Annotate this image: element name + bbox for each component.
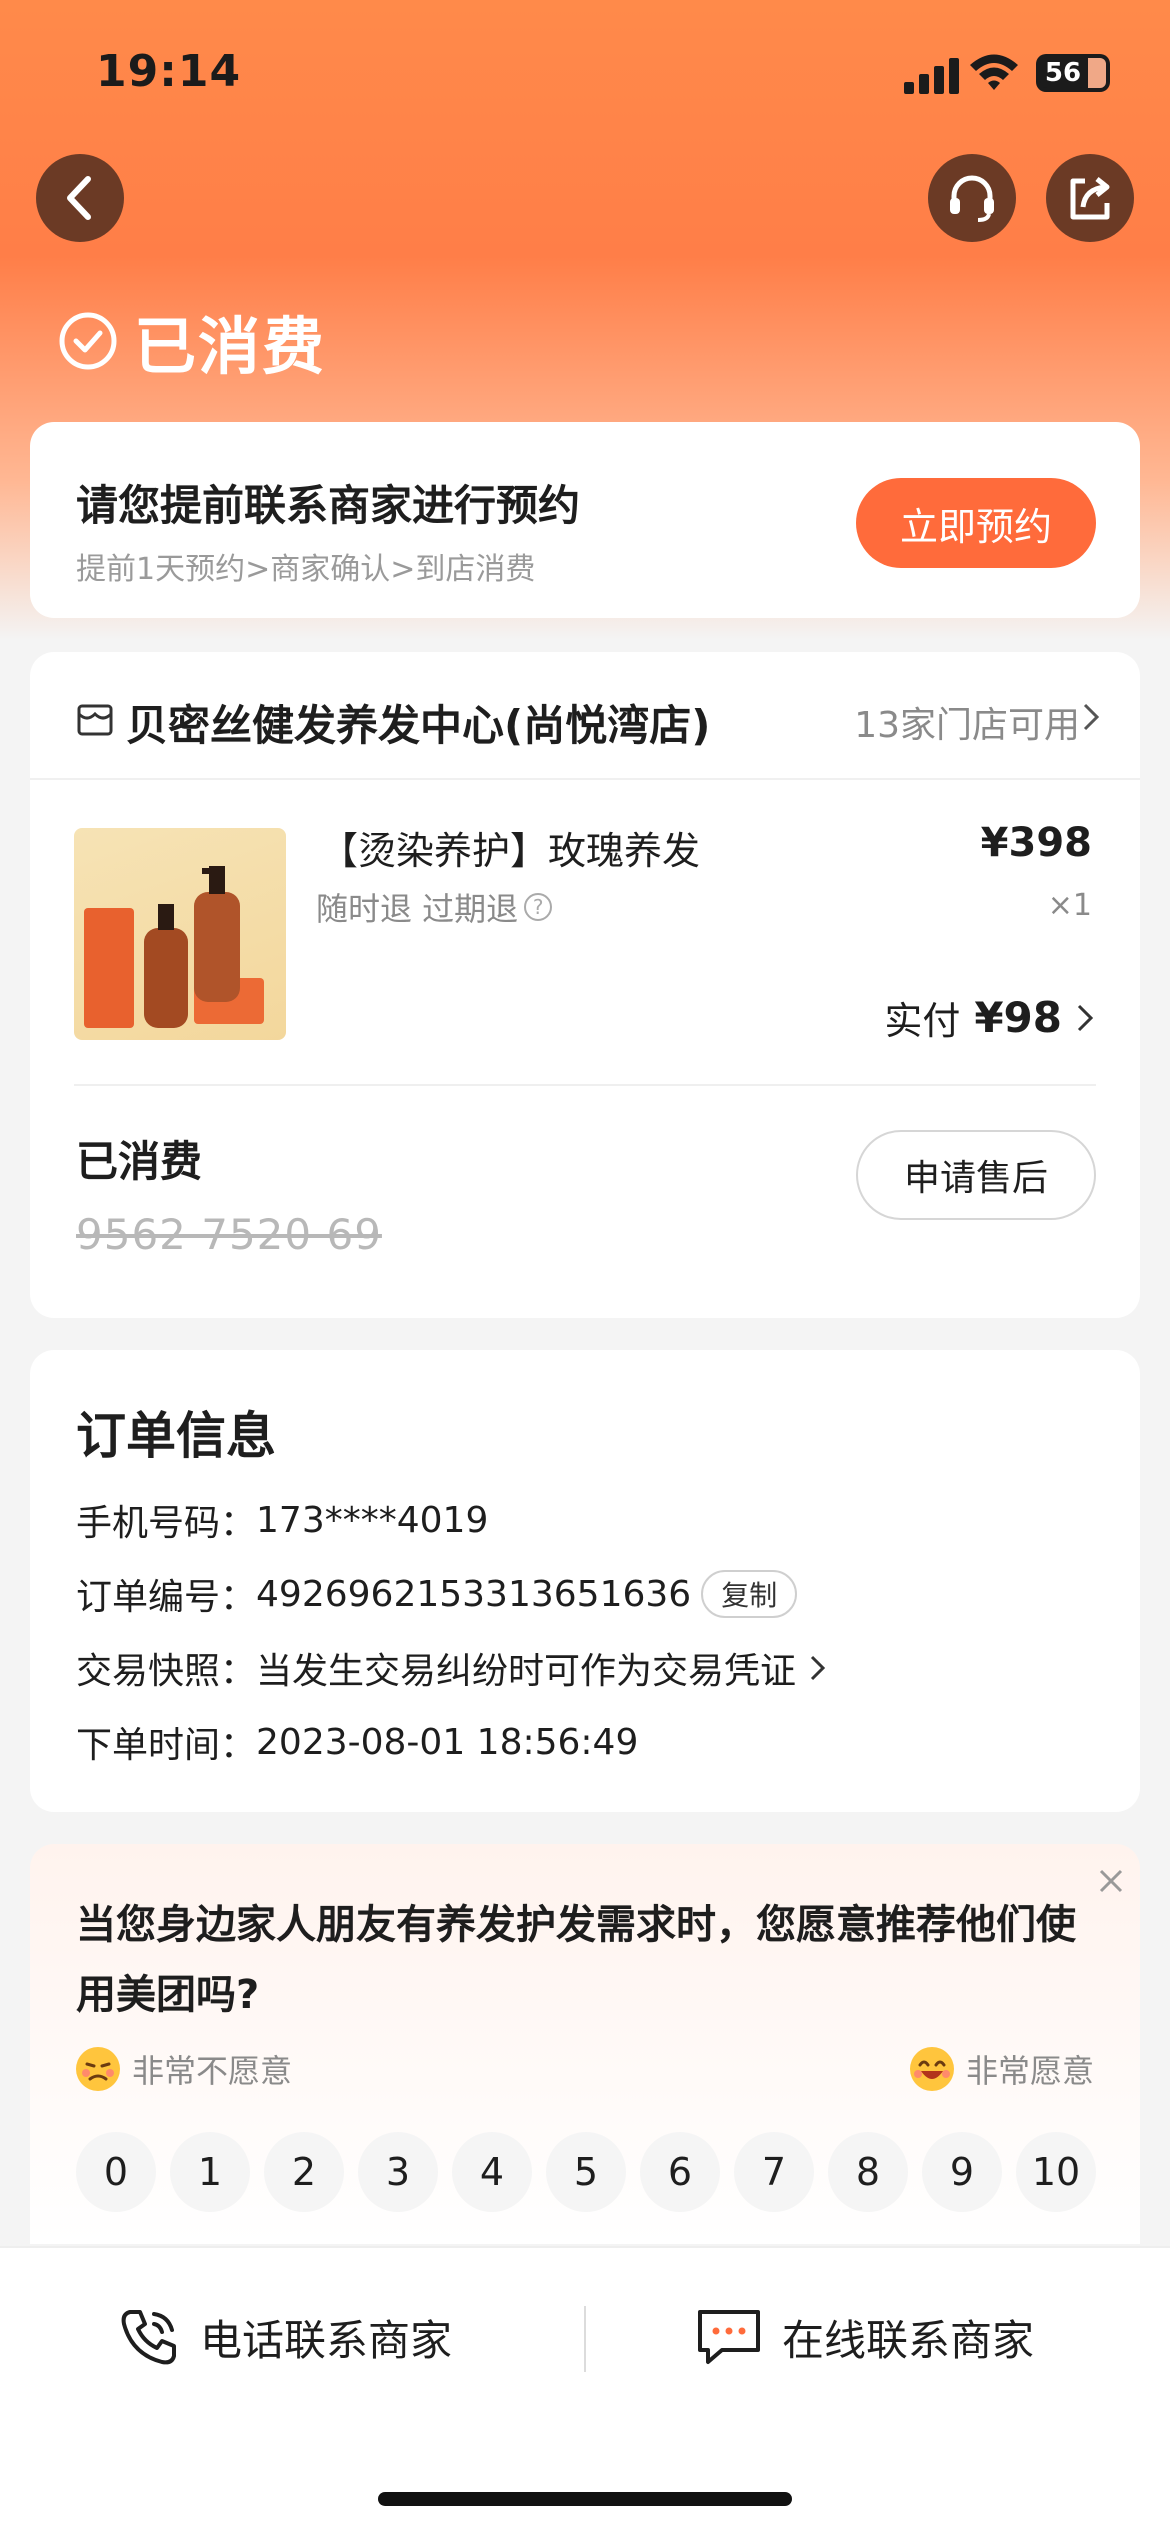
wifi-icon [970,54,1018,90]
store-count: 13家门店可用 [854,705,1080,746]
booking-steps: 提前1天预约>商家确认>到店消费 [76,552,536,587]
score-option-0[interactable]: 0 [76,2132,156,2212]
call-merchant-button[interactable]: 电话联系商家 [116,2292,452,2382]
refund-policy: 随时退 过期退 ? [316,884,553,930]
score-option-6[interactable]: 6 [640,2132,720,2212]
order-status-heading: 已消费 [58,296,326,386]
headset-icon [950,175,994,222]
order-time-label: 下单时间： [76,1725,257,1766]
product-image[interactable] [74,828,286,1040]
order-time-row: 下单时间： 2023-08-01 18:56:49 [76,1716,638,1768]
order-number-label: 订单编号： [76,1577,257,1618]
score-options: 0 1 2 3 4 5 6 7 8 9 10 [76,2132,1096,2212]
chat-merchant-label: 在线联系商家 [782,2315,1035,2365]
voucher-status: 已消费 [76,1137,203,1186]
snapshot-value: 当发生交易纠纷时可作为交易凭证 [256,1651,797,1692]
share-button[interactable] [1046,154,1134,242]
score-option-5[interactable]: 5 [546,2132,626,2212]
divider [74,1084,1096,1086]
paid-amount-row[interactable]: 实付 ¥98 [884,990,1094,1045]
score-option-7[interactable]: 7 [734,2132,814,2212]
scale-low-text: 非常不愿意 [132,2052,293,2090]
question-icon[interactable]: ? [524,893,553,921]
scale-low-label: 非常不愿意 [76,2046,292,2092]
score-option-10[interactable]: 10 [1016,2132,1096,2212]
divider [584,2306,586,2372]
snapshot-row[interactable]: 交易快照： 当发生交易纠纷时可作为交易凭证 [76,1642,830,1694]
paid-label: 实付 [884,999,961,1043]
score-option-9[interactable]: 9 [922,2132,1002,2212]
share-icon [1070,177,1110,220]
product-price: ¥398 [980,820,1092,866]
order-info-card: 订单信息 手机号码： 173****4019 订单编号： 49269621533… [30,1350,1140,1812]
refund-policy-text: 随时退 过期退 [316,890,519,928]
chevron-right-icon [1083,703,1100,731]
call-merchant-label: 电话联系商家 [200,2315,453,2365]
score-option-3[interactable]: 3 [358,2132,438,2212]
order-number-row: 订单编号： 4926962153313651636 复制 [76,1568,798,1620]
score-option-2[interactable]: 2 [264,2132,344,2212]
store-icon [77,704,113,736]
after-sale-button[interactable]: 申请售后 [856,1130,1096,1220]
booking-card: 请您提前联系商家进行预约 提前1天预约>商家确认>到店消费 立即预约 [30,422,1140,618]
phone-icon [121,2310,176,2365]
order-info-title: 订单信息 [76,1407,276,1465]
check-circle-icon [59,312,117,370]
happy-face-icon [909,2047,954,2091]
scale-high-label: 非常愿意 [909,2046,1094,2092]
score-option-8[interactable]: 8 [828,2132,908,2212]
home-indicator[interactable] [378,2492,792,2506]
score-option-1[interactable]: 1 [170,2132,250,2212]
phone-label: 手机号码： [76,1503,257,1544]
customer-service-button[interactable] [928,154,1016,242]
back-button[interactable] [36,154,124,242]
battery-icon: 56 [1036,54,1110,92]
scale-high-text: 非常愿意 [965,2052,1094,2090]
order-card: 贝密丝健发养发中心(尚悦湾店) 13家门店可用 【烫染养护】玫瑰养发 随时退 过… [30,652,1140,1318]
product-name: 【烫染养护】玫瑰养发 [320,829,701,873]
chevron-left-icon [67,176,91,220]
status-time: 19:14 [96,46,242,97]
order-number-value: 4926962153313651636 [256,1573,692,1615]
book-now-button[interactable]: 立即预约 [856,478,1096,568]
unhappy-face-icon [76,2047,120,2091]
product-quantity: ×1 [1047,888,1092,923]
order-status-text: 已消费 [134,310,327,383]
phone-row: 手机号码： 173****4019 [76,1494,488,1546]
score-option-4[interactable]: 4 [452,2132,532,2212]
store-name: 贝密丝健发养发中心(尚悦湾店) [126,701,711,750]
chat-merchant-button[interactable]: 在线联系商家 [694,2292,1034,2382]
copy-button[interactable]: 复制 [701,1570,798,1618]
battery-level: 56 [1040,58,1086,88]
product-bottles-image [84,866,264,1028]
status-bar: 19:14 56 [0,0,1170,150]
order-time-value: 2023-08-01 18:56:49 [256,1721,639,1763]
phone-value: 173****4019 [256,1499,489,1541]
bottom-action-bar: 电话联系商家 在线联系商家 [0,2246,1170,2532]
signal-icon [904,58,959,94]
paid-amount: ¥98 [974,993,1062,1042]
voucher-code: 9562 7520 69 [76,1210,382,1259]
nps-survey-card: 当您身边家人朋友有养发护发需求时，您愿意推荐他们使用美团吗? 非常不愿意 非常愿… [30,1844,1140,2244]
snapshot-label: 交易快照： [76,1651,257,1692]
chat-icon [698,2310,760,2364]
chevron-right-icon [810,1655,826,1681]
survey-question: 当您身边家人朋友有养发护发需求时，您愿意推荐他们使用美团吗? [76,1902,1076,2018]
store-row[interactable]: 贝密丝健发养发中心(尚悦湾店) 13家门店可用 [30,652,1140,780]
chevron-right-icon [1077,1004,1094,1031]
booking-title: 请您提前联系商家进行预约 [76,481,581,530]
